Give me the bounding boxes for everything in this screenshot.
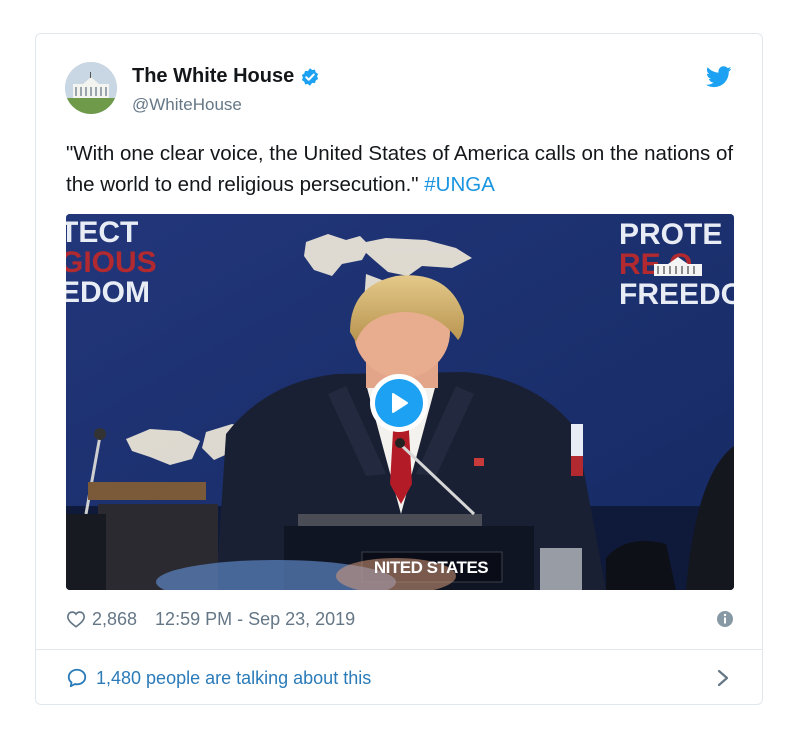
verified-badge-icon	[302, 67, 319, 86]
conversation-label: 1,480 people are talking about this	[96, 667, 372, 688]
nameplate-text: NITED STATES	[373, 558, 489, 577]
tweet-text: "With one clear voice, the United States…	[66, 138, 736, 200]
white-house-watermark-icon	[654, 257, 702, 276]
like-button[interactable]: 2,868	[66, 609, 137, 630]
speech-bubble-icon	[67, 668, 87, 688]
play-button-circle	[375, 379, 423, 427]
backdrop-right-line-1: PROTE	[619, 218, 723, 251]
backdrop-right-line-3: FREEDO	[619, 278, 734, 311]
info-icon[interactable]	[716, 610, 734, 628]
footer-divider	[36, 649, 762, 650]
backdrop-left-line-1: TECT	[66, 216, 139, 249]
backdrop-text-left: TECT GIOUS EDOM	[66, 218, 157, 308]
play-icon	[392, 393, 408, 413]
backdrop-left-line-3: EDOM	[66, 276, 150, 309]
conversation-link[interactable]: 1,480 people are talking about this	[66, 664, 734, 692]
avatar[interactable]	[65, 62, 117, 114]
chevron-right-icon[interactable]	[716, 669, 730, 687]
tweet-timestamp[interactable]: 12:59 PM - Sep 23, 2019	[155, 609, 355, 630]
white-house-avatar-image	[65, 62, 117, 114]
backdrop-left-line-2: GIOUS	[66, 246, 157, 279]
author-name-label: The White House	[132, 65, 295, 87]
author-handle[interactable]: @WhiteHouse	[132, 95, 242, 115]
video-player[interactable]: TECT GIOUS EDOM PROTE RE O FREEDO NITED …	[66, 214, 734, 590]
author-name[interactable]: The White House	[132, 65, 320, 88]
hashtag-link[interactable]: #UNGA	[424, 173, 495, 196]
like-count: 2,868	[92, 608, 138, 629]
play-button[interactable]	[370, 374, 428, 432]
tweet-meta: 2,868 12:59 PM - Sep 23, 2019	[66, 607, 734, 631]
tweet-body: "With one clear voice, the United States…	[66, 142, 734, 196]
heart-icon	[66, 611, 86, 628]
twitter-bird-icon[interactable]	[706, 66, 732, 88]
tweet-card[interactable]: The White House @WhiteHouse "With one cl…	[35, 33, 763, 705]
